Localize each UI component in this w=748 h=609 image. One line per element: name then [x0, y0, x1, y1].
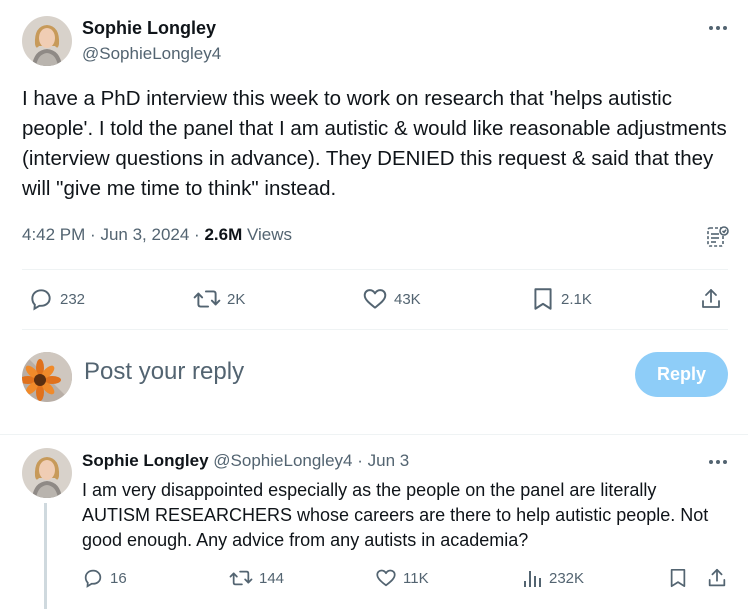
divider: [22, 269, 728, 270]
reply-like-count: 11K: [403, 569, 429, 587]
author-handle[interactable]: @SophieLongley4: [82, 44, 221, 64]
tweet-meta: 4:42 PM · Jun 3, 2024 · 2.6M Views: [22, 225, 292, 245]
user-avatar[interactable]: [22, 352, 72, 402]
author-name[interactable]: Sophie Longley: [82, 18, 216, 39]
reply-views-button[interactable]: 232K: [523, 567, 584, 589]
tweet-date[interactable]: Jun 3, 2024: [100, 225, 189, 244]
tweet-text: I have a PhD interview this week to work…: [22, 87, 727, 200]
reply-submit-button[interactable]: Reply: [635, 352, 728, 397]
share-icon: [708, 568, 726, 587]
reply-count: 232: [60, 290, 86, 308]
more-icon[interactable]: [707, 452, 731, 472]
bookmark-icon: [670, 568, 686, 588]
reply-author-name[interactable]: Sophie Longley: [82, 451, 209, 470]
like-icon: [376, 569, 396, 587]
views-count: 2.6M: [204, 225, 243, 244]
meta-separator: ·: [357, 451, 363, 470]
like-icon: [363, 289, 387, 309]
divider: [22, 329, 728, 330]
reply-share-button[interactable]: [706, 567, 728, 589]
bookmark-icon: [534, 288, 552, 310]
author-avatar[interactable]: [22, 16, 72, 66]
reply-text: I am very disappointed especially as the…: [82, 480, 709, 550]
share-button[interactable]: [699, 286, 723, 312]
reply-views-count: 232K: [549, 569, 585, 587]
reply-repost-button[interactable]: 144: [229, 567, 284, 589]
repost-icon: [229, 570, 253, 586]
like-button[interactable]: 43K: [362, 286, 421, 312]
share-icon: [702, 289, 720, 308]
reply-like-button[interactable]: 11K: [375, 567, 429, 589]
reply-button[interactable]: 232: [28, 286, 85, 312]
divider: [0, 434, 748, 435]
views-icon: [524, 571, 541, 587]
reply-author-handle[interactable]: @SophieLongley4: [213, 451, 352, 470]
reply-icon: [31, 289, 51, 311]
meta-separator: ·: [90, 225, 96, 244]
tweet-time[interactable]: 4:42 PM: [22, 225, 85, 244]
reply-date[interactable]: Jun 3: [368, 451, 410, 470]
reply-reply-button[interactable]: 16: [82, 567, 127, 589]
like-count: 43K: [394, 290, 421, 308]
reply-reply-count: 16: [110, 569, 127, 587]
grok-analytics-icon[interactable]: [705, 224, 731, 250]
reply-repost-count: 144: [259, 569, 285, 587]
reply-author-avatar[interactable]: [22, 448, 72, 498]
bookmark-count: 2.1K: [561, 290, 592, 308]
meta-separator: ·: [194, 225, 200, 244]
reply-header: Sophie Longley @SophieLongley4 · Jun 3: [82, 451, 409, 471]
reply-bookmark-button[interactable]: [668, 567, 688, 589]
bookmark-button[interactable]: 2.1K: [531, 286, 592, 312]
repost-button[interactable]: 2K: [193, 286, 245, 312]
more-icon[interactable]: [707, 18, 731, 38]
reply-input[interactable]: Post your reply: [84, 358, 244, 386]
repost-count: 2K: [227, 290, 246, 308]
repost-icon: [193, 290, 221, 308]
views-label: Views: [246, 225, 293, 244]
thread-line: [44, 503, 47, 609]
reply-icon: [84, 569, 102, 588]
